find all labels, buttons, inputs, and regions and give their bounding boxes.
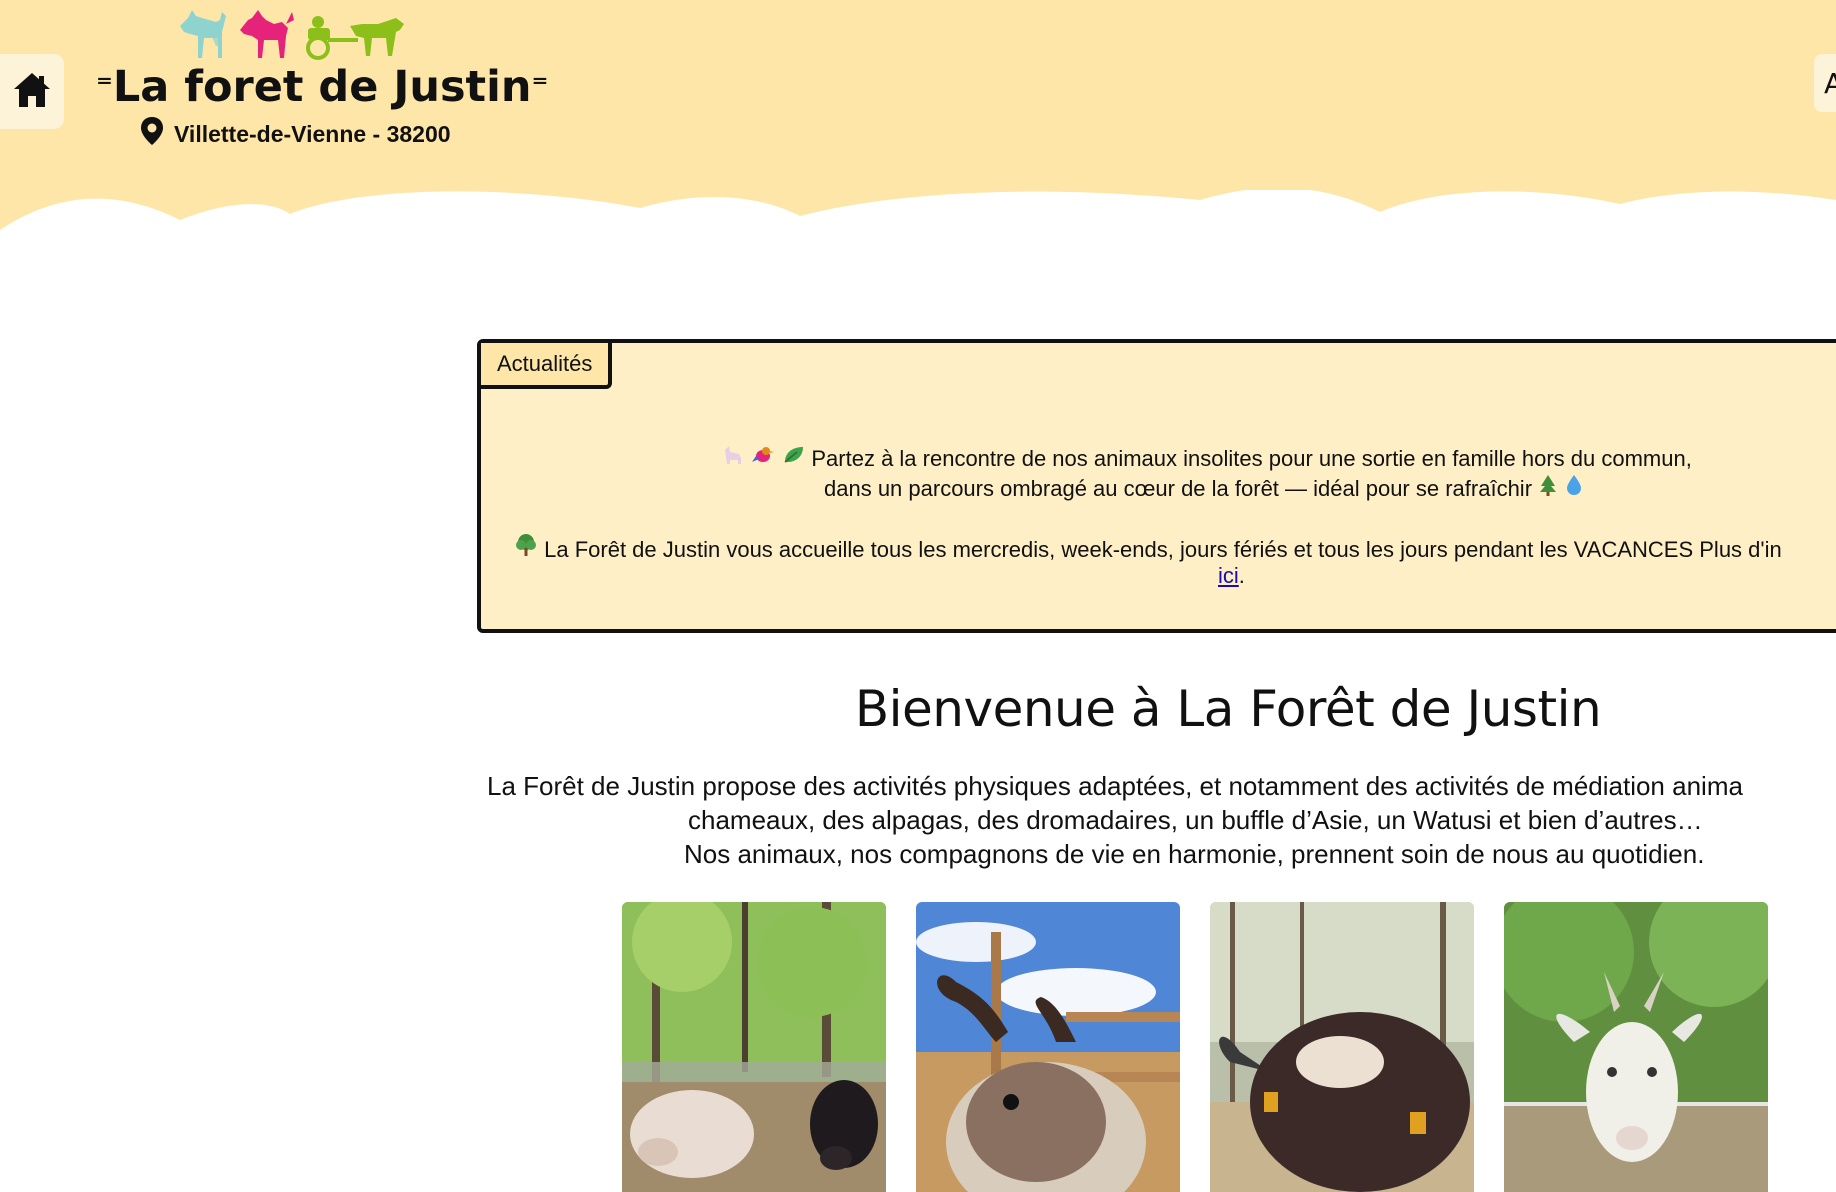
news-line-1: Partez à la rencontre de nos animaux ins…	[721, 444, 1692, 472]
news-box: Actualités Partez à la rencontre de nos …	[477, 339, 1836, 633]
buffalo-photo[interactable]	[1210, 902, 1474, 1192]
news-line-1-text: Partez à la rencontre de nos animaux ins…	[811, 446, 1692, 471]
title-ornament-right: ⁼	[531, 67, 549, 105]
bird-emoji-icon	[751, 446, 781, 471]
header-right-button[interactable]: A	[1814, 54, 1836, 112]
news-line-3-text: La Forêt de Justin vous accueille tous l…	[544, 537, 1782, 562]
tree-emoji-icon	[1538, 475, 1564, 501]
llama-emoji-icon	[721, 446, 751, 471]
header-right-button-label: A	[1824, 66, 1836, 100]
map-pin-icon	[140, 116, 164, 152]
link-suffix: .	[1238, 563, 1245, 588]
location: Villette-de-Vienne - 38200	[140, 116, 451, 152]
pigs-photo[interactable]	[622, 902, 886, 1192]
news-line-2: dans un parcours ombragé au cœur de la f…	[824, 474, 1584, 502]
tree-emoji-icon	[514, 534, 544, 562]
location-text: Villette-de-Vienne - 38200	[174, 120, 451, 147]
page-title: Bienvenue à La Forêt de Justin	[854, 680, 1602, 738]
news-line-4: ici.	[1218, 563, 1245, 589]
site-title[interactable]: ⁼La foret de Justin⁼	[96, 62, 548, 112]
news-tab: Actualités	[481, 343, 613, 389]
leaf-emoji-icon	[781, 446, 811, 471]
news-line-3: La Forêt de Justin vous accueille tous l…	[514, 533, 1782, 563]
home-icon	[12, 71, 52, 113]
logo-animals-icon[interactable]	[178, 6, 413, 68]
news-line-2-text: dans un parcours ombragé au cœur de la f…	[824, 476, 1533, 501]
reindeer-photo[interactable]	[916, 902, 1180, 1192]
intro-line-2: chameaux, des alpagas, des dromadaires, …	[688, 805, 1703, 835]
goat-photo[interactable]	[1504, 902, 1768, 1192]
site-title-text: La foret de Justin	[112, 62, 532, 112]
droplet-emoji-icon	[1564, 475, 1584, 501]
title-ornament-left: ⁼	[96, 67, 113, 105]
more-info-link[interactable]: ici	[1218, 563, 1239, 588]
intro-line-1: La Forêt de Justin propose des activités…	[487, 771, 1743, 801]
home-button[interactable]	[0, 54, 64, 129]
intro-line-3: Nos animaux, nos compagnons de vie en ha…	[684, 839, 1705, 869]
news-tab-label: Actualités	[497, 351, 593, 376]
header-cloud-edge	[0, 190, 1836, 260]
